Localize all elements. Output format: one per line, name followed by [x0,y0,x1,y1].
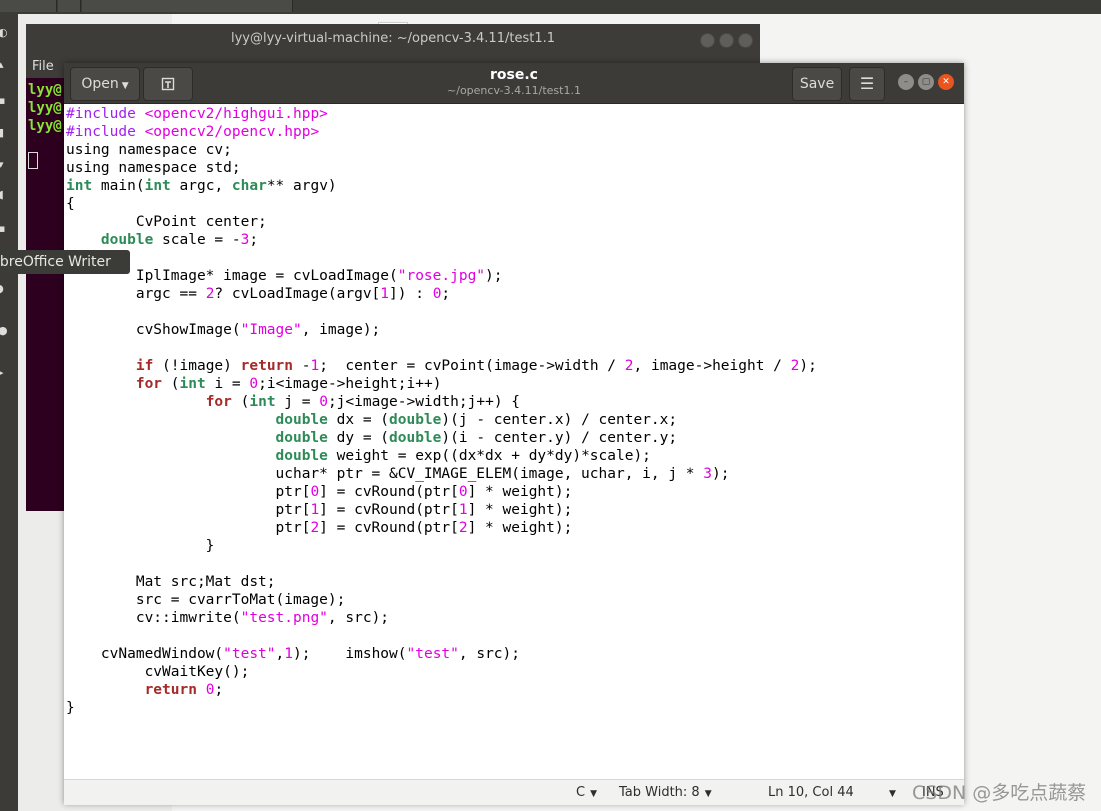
headerbar: Open ▼ rose.c ~/opencv-3.4.11/test1.1 Sav… [64,63,964,104]
panel-tab[interactable] [0,0,57,12]
hamburger-menu-icon: ☰ [859,74,875,93]
tab-width-label: Tab Width: 8 [619,785,700,800]
code-line[interactable]: double weight = exp((dx*dx + dy*dy)*scal… [66,447,817,465]
panel-tab[interactable] [82,0,293,12]
code-line[interactable]: IplImage* image = cvLoadImage("rose.jpg"… [66,267,817,285]
save-button[interactable]: Save [792,67,842,101]
terminal-prompt: lyy@ [28,118,62,134]
close-icon[interactable]: ✕ [938,74,954,90]
code-line[interactable]: Mat src;Mat dst; [66,573,817,591]
launcher-tooltip: ibreOffice Writer [0,250,130,274]
code-line[interactable]: ​ [66,627,817,645]
code-text[interactable]: #include <opencv2/highgui.hpp> #include <… [66,105,817,717]
code-editor[interactable]: #include <opencv2/highgui.hpp> #include <… [64,104,964,779]
status-bar: C ▼ Tab Width: 8 ▼ Ln 10, Col 44 ▼ INS [64,779,964,805]
code-line[interactable]: ptr[1] = cvRound(ptr[1] * weight); [66,501,817,519]
code-line[interactable]: argc == 2? cvLoadImage(argv[1]) : 0; [66,285,817,303]
terminal-cursor [28,152,38,169]
launcher-icon[interactable]: ◗ [0,283,8,294]
chevron-down-icon: ▼ [704,789,712,799]
code-line[interactable]: for (int j = 0;j<image->width;j++) { [66,393,817,411]
tab-width-selector[interactable]: Tab Width: 8 ▼ [619,780,712,807]
minimize-icon[interactable]: – [898,74,914,90]
terminal-prompt: lyy@ [28,100,62,116]
code-line[interactable]: ptr[0] = cvRound(ptr[0] * weight); [66,483,817,501]
chevron-down-icon: ▼ [121,81,129,91]
menu-file[interactable]: File [26,59,54,74]
new-document-icon [161,77,175,91]
code-line[interactable]: for (int i = 0;i<image->height;i++) [66,375,817,393]
document-path: ~/opencv-3.4.11/test1.1 [447,84,581,97]
code-line[interactable]: ​ [66,303,817,321]
code-line[interactable]: cvShowImage("Image", image); [66,321,817,339]
launcher-icon[interactable]: ▪ [0,95,8,106]
panel-tab[interactable] [58,0,81,12]
code-line[interactable]: uchar* ptr = &CV_IMAGE_ELEM(image, uchar… [66,465,817,483]
launcher-icon[interactable]: ▮ [0,127,8,138]
chevron-down-icon: ▼ [889,789,896,799]
launcher-icon[interactable]: ▪ [0,223,8,234]
maximize-icon[interactable]: ▢ [918,74,934,90]
code-line[interactable]: } [66,699,817,717]
document-title: rose.c [490,67,538,83]
terminal-prompt: lyy@ [28,82,62,98]
menu-button[interactable]: ☰ [849,67,885,101]
code-line[interactable]: #include <opencv2/highgui.hpp> [66,105,817,123]
code-line[interactable]: CvPoint center; [66,213,817,231]
launcher-icon[interactable]: ▾ [0,159,8,170]
code-line[interactable]: ptr[2] = cvRound(ptr[2] * weight); [66,519,817,537]
code-line[interactable]: ​ [66,249,817,267]
launcher-icon[interactable]: ▸ [0,367,8,378]
top-panel [0,0,1101,14]
launcher-icon[interactable]: ● [0,325,8,336]
code-line[interactable]: cv::imwrite("test.png", src); [66,609,817,627]
code-line[interactable]: return 0; [66,681,817,699]
launcher-icon[interactable]: ▴ [0,59,8,70]
code-line[interactable]: src = cvarrToMat(image); [66,591,817,609]
position-dropdown[interactable]: ▼ [884,780,896,807]
chevron-down-icon: ▼ [590,789,597,799]
code-line[interactable]: cvWaitKey(); [66,663,817,681]
language-label: C [576,785,586,800]
launcher-icon[interactable]: ◖ [0,189,8,200]
language-selector[interactable]: C ▼ [576,780,597,807]
launcher-dock: ◐ ▴ ▪ ▮ ▾ ◖ ▪ ◗ ● ▸ [0,14,18,811]
gedit-window: Open ▼ rose.c ~/opencv-3.4.11/test1.1 Sav… [64,63,964,805]
code-line[interactable]: } [66,537,817,555]
code-line[interactable]: { [66,195,817,213]
launcher-icon[interactable]: ◐ [0,27,8,38]
code-line[interactable]: int main(int argc, char** argv) [66,177,817,195]
watermark: CSDN @多吃点蔬蔡 [912,782,1087,804]
cursor-position[interactable]: Ln 10, Col 44 [768,780,854,805]
open-label: Open [81,76,119,92]
code-line[interactable]: ​ [66,555,817,573]
code-line[interactable]: double dx = (double)(j - center.x) / cen… [66,411,817,429]
tooltip-text: ibreOffice Writer [0,254,111,270]
terminal-title: lyy@lyy-virtual-machine: ~/opencv-3.4.11… [26,24,760,54]
code-line[interactable]: using namespace std; [66,159,817,177]
code-line[interactable]: ​ [66,339,817,357]
code-line[interactable]: using namespace cv; [66,141,817,159]
code-line[interactable]: double scale = -3; [66,231,817,249]
code-line[interactable]: #include <opencv2/opencv.hpp> [66,123,817,141]
open-button[interactable]: Open ▼ [70,67,140,101]
code-line[interactable]: cvNamedWindow("test",1); imshow("test", … [66,645,817,663]
code-line[interactable]: if (!image) return -1; center = cvPoint(… [66,357,817,375]
code-line[interactable]: double dy = (double)(i - center.y) / cen… [66,429,817,447]
new-document-button[interactable] [143,67,193,101]
